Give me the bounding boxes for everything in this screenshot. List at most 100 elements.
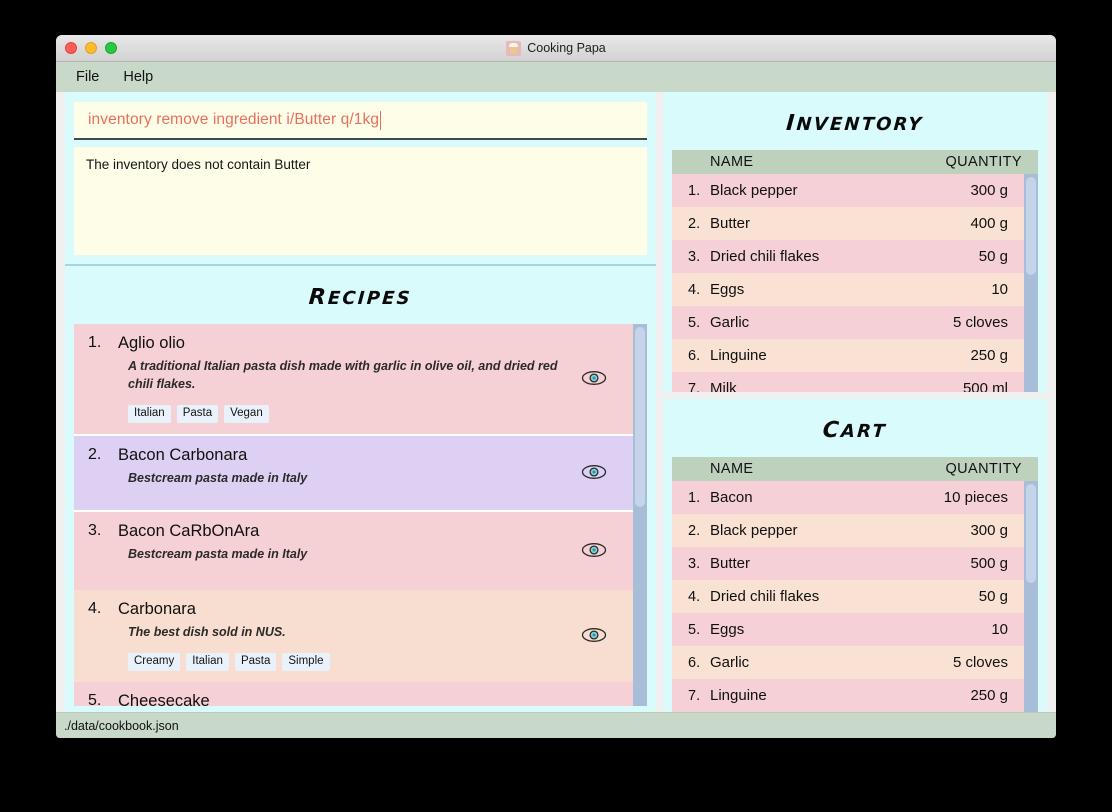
inventory-rows[interactable]: 1. Black pepper 300 g 2. Butter 400 g 3. Dried … [672,174,1024,392]
cart-row[interactable]: 2. Black pepper 300 g [672,514,1024,547]
cart-scroll-area: 1. Bacon 10 pieces 2. Black pepper 300 g 3. But… [672,481,1038,712]
cart-row-name: Bacon [710,489,753,506]
recipe-tag-list: Creamy Italian Pasta Simple [118,652,571,672]
menu-item-help[interactable]: Help [113,66,163,88]
recipe-description: Bestcream pasta made in Italy [128,546,308,561]
inventory-row[interactable]: 4. Eggs 10 [672,273,1024,306]
eye-icon[interactable] [581,537,607,563]
inventory-row[interactable]: 1. Black pepper 300 g [672,174,1024,207]
inventory-row-quantity: 500 ml [962,380,1008,392]
cart-row-quantity: 300 g [970,522,1008,539]
cart-table-header: NAME QUANTITY [672,457,1038,481]
inventory-column-name: NAME [710,154,754,170]
inventory-row[interactable]: 3. Dried chili flakes 50 g [672,240,1024,273]
inventory-table-header: NAME QUANTITY [672,150,1038,174]
cart-row[interactable]: 1. Bacon 10 pieces [672,481,1024,514]
title-bar-center: Cooking Papa [56,40,1056,56]
eye-icon[interactable] [581,622,607,648]
close-window-button[interactable] [65,42,77,54]
cart-scrollbar[interactable] [1024,481,1038,712]
command-panel: inventory remove ingredient i/Butter q/1… [65,92,656,147]
recipe-index: 1. [88,334,102,351]
inventory-row-quantity: 400 g [970,215,1008,232]
recipe-tag-list: Italian Pasta Vegan [118,404,571,424]
inventory-title: Inventory [785,102,925,138]
recipe-item[interactable]: 5. Cheesecake [74,682,633,706]
recipes-scrollbar-thumb[interactable] [635,327,645,508]
cart-row-name: Eggs [710,621,745,638]
inventory-scrollbar[interactable] [1024,174,1038,392]
inventory-row-index: 2. [688,215,701,232]
application-window: Cooking Papa File Help inventory remove … [56,35,1056,738]
main-content: inventory remove ingredient i/Butter q/1… [56,92,1056,712]
recipe-name: Carbonara [118,600,196,619]
recipe-index: 3. [88,522,102,540]
cart-row-name: Butter [710,555,751,572]
recipes-scroll-area: 1. Aglio olio A traditional Italian pasta … [74,324,647,706]
minimize-window-button[interactable] [85,42,97,54]
menu-bar: File Help [56,62,1056,92]
inventory-row[interactable]: 6. Linguine 250 g [672,339,1024,372]
inventory-row-name: Black pepper [710,182,798,199]
recipe-description: The best dish sold in NUS. [128,624,286,639]
cart-rows[interactable]: 1. Bacon 10 pieces 2. Black pepper 300 g 3. But… [672,481,1024,712]
inventory-row[interactable]: 7. Milk 500 ml [672,372,1024,392]
cart-row-quantity: 500 g [970,555,1008,572]
window-controls [56,42,117,54]
cart-row-index: 3. [688,555,701,572]
recipes-panel: Recipes 1. Aglio olio A traditional Italia… [65,264,656,712]
inventory-scrollbar-thumb[interactable] [1026,177,1036,275]
eye-icon[interactable] [581,365,607,391]
recipe-item[interactable]: 3. Bacon CaRbOnAra Bestcream pasta made in… [74,512,633,591]
cart-row[interactable]: 5. Eggs 10 [672,613,1024,646]
inventory-row-index: 5. [688,314,701,331]
recipe-item[interactable]: 2. Bacon Carbonara Bestcream pasta made in… [74,434,633,513]
inventory-row-index: 6. [688,347,701,364]
cart-row-quantity: 50 g [978,588,1008,605]
recipe-body: Carbonara The best dish sold in NUS. Cream… [118,599,581,672]
recipes-scrollbar[interactable] [633,324,647,706]
recipe-tag: Pasta [234,652,277,672]
maximize-window-button[interactable] [105,42,117,54]
inventory-row[interactable]: 2. Butter 400 g [672,207,1024,240]
recipe-name: Cheesecake [118,692,210,706]
right-column: Inventory NAME QUANTITY 1. Black pepper 30… [663,92,1047,712]
cart-column-name: NAME [710,461,754,477]
recipes-list[interactable]: 1. Aglio olio A traditional Italian pasta … [74,324,633,706]
cart-row[interactable]: 4. Dried chili flakes 50 g [672,580,1024,613]
recipe-description: Bestcream pasta made in Italy [128,470,308,485]
recipe-item[interactable]: 4. Carbonara The best dish sold in NUS. Cre… [74,590,633,683]
inventory-row-quantity: 10 [991,281,1008,298]
cart-row[interactable]: 6. Garlic 5 cloves [672,646,1024,679]
recipe-name: Aglio olio [118,334,185,352]
cart-row-index: 5. [688,621,701,638]
cart-row-quantity: 10 pieces [943,489,1008,506]
cart-row-quantity: 10 [991,621,1008,638]
cart-column-quantity: QUANTITY [945,461,1022,477]
eye-icon[interactable] [581,459,607,485]
inventory-row-name: Butter [710,215,751,232]
window-title: Cooking Papa [527,41,606,55]
cart-row-index: 1. [688,489,701,506]
recipe-tag: Pasta [176,404,219,424]
cart-row-quantity: 5 cloves [952,654,1008,671]
cart-row[interactable]: 7. Linguine 250 g [672,679,1024,712]
cart-row[interactable]: 3. Butter 500 g [672,547,1024,580]
recipe-index: 2. [88,446,102,464]
result-display: The inventory does not contain Butter [74,147,647,255]
inventory-column-quantity: QUANTITY [945,154,1022,170]
recipe-tag: Creamy [128,652,181,672]
recipe-index: 5. [88,692,102,706]
cart-scrollbar-thumb[interactable] [1026,484,1036,583]
menu-item-file[interactable]: File [66,66,109,88]
chef-icon [506,40,522,56]
recipe-item[interactable]: 1. Aglio olio A traditional Italian pasta … [74,324,633,435]
inventory-row[interactable]: 5. Garlic 5 cloves [672,306,1024,339]
inventory-row-name: Dried chili flakes [710,248,820,265]
command-input[interactable]: inventory remove ingredient i/Butter q/1… [74,102,647,140]
inventory-scroll-area: 1. Black pepper 300 g 2. Butter 400 g 3. Dried … [672,174,1038,392]
inventory-row-name: Linguine [710,347,767,364]
cart-row-name: Garlic [710,654,750,671]
recipe-tag: Italian [186,652,229,672]
cart-row-index: 7. [688,687,701,704]
